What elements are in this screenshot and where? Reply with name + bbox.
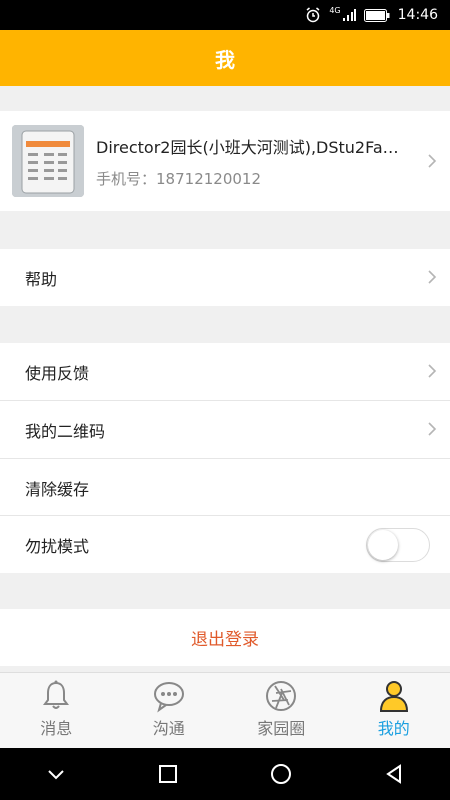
- status-time: 14:46: [397, 7, 438, 23]
- logout-button[interactable]: 退出登录: [0, 609, 450, 666]
- battery-icon: [363, 8, 390, 22]
- user-icon: [379, 681, 408, 712]
- menu-item-label: 使用反馈: [25, 363, 90, 383]
- menu-item-label: 我的二维码: [25, 421, 106, 441]
- status-bar: 4G 14:46: [0, 0, 450, 30]
- tab-label: 家园圈: [257, 719, 306, 738]
- menu-item-label: 勿扰模式: [25, 536, 90, 556]
- network-type: 4G: [329, 5, 341, 15]
- home-circle-icon[interactable]: [269, 762, 293, 786]
- recents-square-icon[interactable]: [157, 763, 179, 785]
- chevron-right-icon: [428, 270, 437, 284]
- tab-messages[interactable]: 消息: [0, 673, 113, 748]
- chevron-right-icon: [428, 422, 437, 436]
- menu-item-feedback[interactable]: 使用反馈: [0, 343, 450, 400]
- camera-aperture-icon: [266, 681, 297, 711]
- phone-label: 手机号：: [96, 169, 157, 188]
- menu-item-help[interactable]: 帮助: [0, 249, 450, 306]
- chevron-down-icon[interactable]: [45, 763, 67, 785]
- avatar: [12, 125, 84, 197]
- menu-item-label: 清除缓存: [25, 479, 90, 499]
- menu-item-clear-cache[interactable]: 清除缓存: [0, 459, 450, 516]
- tab-label: 沟通: [152, 719, 185, 738]
- tab-me[interactable]: 我的: [338, 673, 450, 748]
- tab-bar: 消息 沟通 家园圈 我的: [0, 672, 450, 748]
- chevron-right-icon: [428, 364, 437, 378]
- phone-number: 18712120012: [156, 169, 261, 188]
- menu-item-qrcode[interactable]: 我的二维码: [0, 401, 450, 458]
- chat-icon: [153, 682, 184, 713]
- tab-label: 消息: [40, 719, 73, 738]
- tab-label: 我的: [377, 719, 410, 738]
- tab-moments[interactable]: 家园圈: [225, 673, 338, 748]
- profile-phone: 手机号：18712120012: [96, 168, 418, 189]
- profile-name: Director2园长(小班大河测试),DStu2Fa…: [96, 137, 399, 157]
- menu-item-dnd: 勿扰模式: [0, 516, 450, 573]
- page-title: 我: [0, 30, 450, 86]
- bell-icon: [43, 680, 70, 709]
- profile-card[interactable]: Director2园长(小班大河测试),DStu2Fa… 手机号：1871212…: [0, 111, 450, 211]
- chevron-right-icon: [428, 154, 437, 168]
- system-nav-bar: [0, 748, 450, 800]
- dnd-toggle[interactable]: [366, 528, 430, 562]
- tab-chat[interactable]: 沟通: [113, 673, 226, 748]
- menu-item-label: 帮助: [25, 269, 58, 289]
- alarm-icon: [305, 7, 321, 23]
- back-triangle-icon[interactable]: [383, 763, 405, 785]
- toggle-knob: [368, 530, 398, 560]
- signal-icon: 4G: [329, 5, 356, 22]
